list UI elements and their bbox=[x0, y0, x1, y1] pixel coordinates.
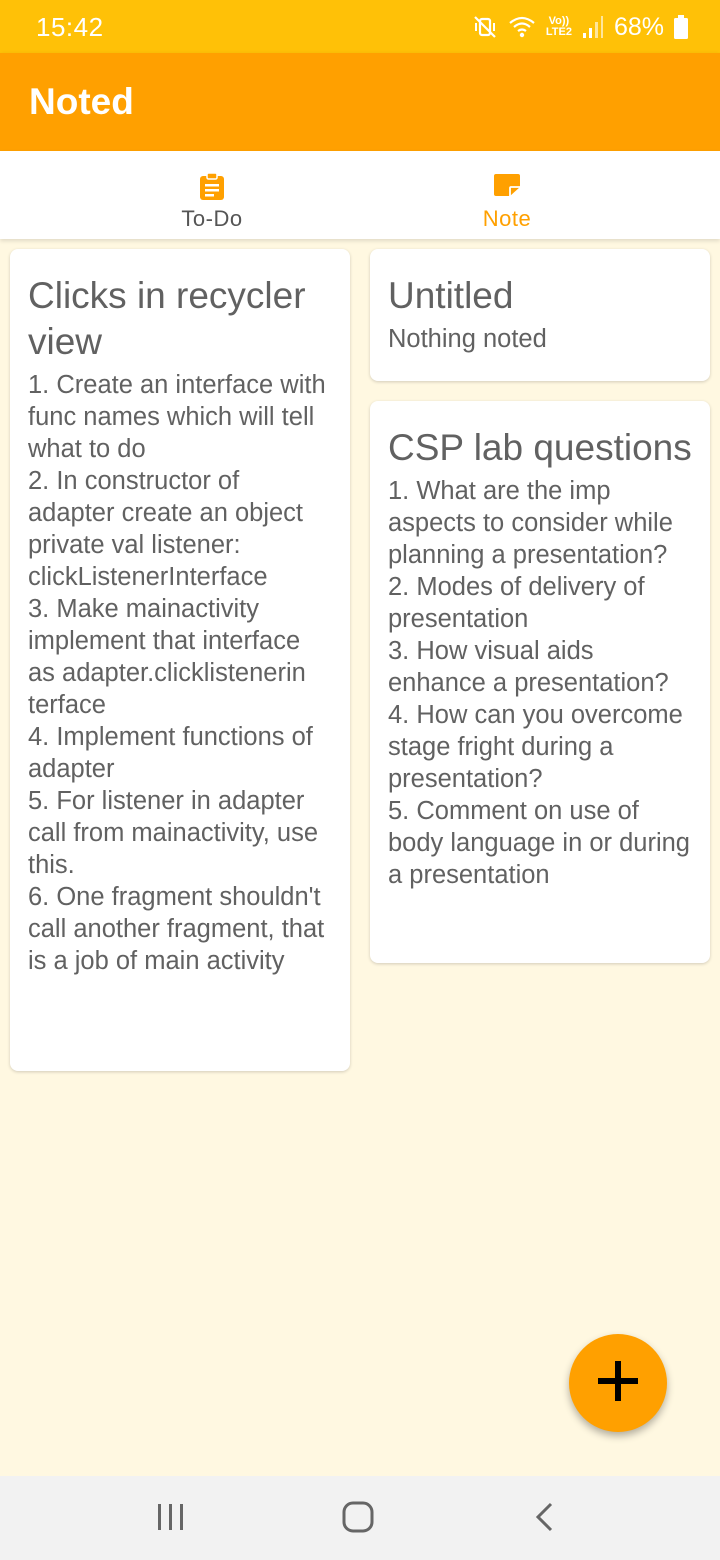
recent-apps-icon[interactable] bbox=[155, 1500, 187, 1539]
note-card[interactable]: Clicks in recycler view 1. Create an int… bbox=[10, 249, 350, 1071]
note-body: Nothing noted bbox=[388, 325, 547, 353]
note-icon bbox=[493, 173, 521, 202]
note-body: 1. Create an interface with func names w… bbox=[28, 371, 326, 975]
network-label: LTE2 bbox=[545, 26, 572, 38]
wifi-icon bbox=[508, 14, 536, 40]
volte-indicator: Vo)) LTE2 bbox=[546, 16, 572, 38]
app-title: Noted bbox=[29, 81, 134, 122]
system-nav-bar bbox=[0, 1476, 720, 1560]
battery-icon bbox=[674, 15, 688, 39]
status-icons: Vo)) LTE2 68% bbox=[472, 10, 688, 44]
note-card[interactable]: Untitled Nothing noted bbox=[370, 249, 710, 381]
clipboard-icon bbox=[199, 172, 225, 206]
signal-icon bbox=[582, 15, 604, 39]
status-time: 15:42 bbox=[36, 12, 104, 42]
note-title: Untitled bbox=[388, 275, 514, 316]
app-bar: Noted bbox=[0, 53, 720, 151]
tab-note-label: Note bbox=[482, 206, 532, 231]
home-icon[interactable] bbox=[340, 1500, 376, 1539]
add-note-button[interactable] bbox=[569, 1334, 667, 1432]
mute-vibrate-icon bbox=[472, 14, 498, 40]
note-title: Clicks in recycler view bbox=[28, 275, 306, 362]
note-title: CSP lab questions bbox=[388, 427, 692, 468]
battery-percent: 68% bbox=[613, 12, 664, 41]
status-bar: 15:42 Vo)) LTE2 68% bbox=[0, 0, 720, 53]
note-card[interactable]: CSP lab questions 1. What are the imp as… bbox=[370, 401, 710, 963]
tab-note[interactable]: Note bbox=[327, 151, 687, 239]
back-icon[interactable] bbox=[530, 1500, 560, 1539]
tab-bar: To-Do Note bbox=[0, 151, 720, 239]
plus-icon bbox=[596, 1359, 640, 1408]
note-body: 1. What are the imp aspects to consider … bbox=[388, 477, 690, 889]
